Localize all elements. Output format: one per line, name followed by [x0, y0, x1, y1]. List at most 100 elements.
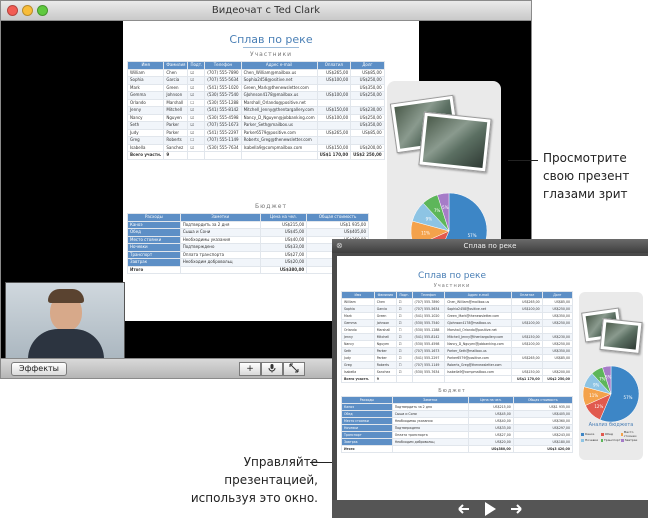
table-cell: Транспорт [127, 250, 181, 259]
table-cell: Jenny [126, 106, 165, 115]
table-cell: Sophia2458@ositive.net [240, 76, 318, 85]
river-photo [418, 111, 492, 173]
table-cell: US$85,00 [541, 354, 574, 362]
table-cell: (530) 555-1288 [204, 98, 242, 107]
table-cell: (707) 555-7890 [204, 68, 242, 77]
close-icon[interactable]: ⊗ [336, 239, 343, 253]
table-header-row: Расходы Заметки Цена на чел. Общая стоимост… [127, 213, 369, 222]
table-cell: 9 [373, 375, 397, 383]
table-cell: Всего участн. [126, 151, 165, 160]
table-cell: US$1 935,00 [512, 403, 574, 411]
table-row: Место стоянки Необходимы указания US$40,00… [341, 417, 574, 425]
chart-caption: Анализ бюджета [588, 422, 634, 428]
table-cell [316, 136, 352, 145]
table-cell: Parker [163, 128, 189, 137]
table-cell [395, 375, 413, 383]
table-cell [511, 347, 543, 355]
table-cell: ☐ [187, 136, 206, 145]
column-header: Имя [341, 291, 375, 299]
column-header: Адрес e-mail [444, 291, 513, 299]
table-cell: Сыша и Сони [391, 410, 469, 418]
pie-label: 12% [594, 404, 603, 409]
column-header: Заметки [391, 396, 469, 404]
table-cell: Ночевки [127, 243, 181, 252]
table-row: Mark Green ☑ (541) 555-1020 Green_Mark@thene… [341, 312, 574, 320]
table-row: ЗавтракНеобходим добровольцUS$20,00US$18… [341, 438, 574, 446]
legend-item: Завтрак [620, 438, 641, 442]
table-cell: Marshall_Orlando@positive.net [240, 98, 318, 107]
presenter-titlebar: ⊗ Сплав по реке [332, 239, 648, 253]
effects-button[interactable]: Эффекты [11, 362, 67, 376]
table-cell: Johnson [163, 91, 189, 100]
table-cell: US$180,00 [512, 438, 574, 446]
table-cell: Mitchell [163, 106, 189, 115]
table-cell: Sophia2458@ositive.net [444, 305, 513, 313]
table-cell: Nguyen [163, 113, 189, 122]
budget-heading: Бюджет [438, 388, 466, 394]
play-icon[interactable] [484, 502, 496, 516]
table-cell: Seth [126, 121, 165, 130]
table-row: Orlando Marshall ☐ (530) 555-1288 Marshall_O… [126, 98, 385, 107]
table-cell: Mark [126, 83, 165, 92]
table-cell: Итого [127, 265, 181, 274]
table-cell: ☑ [395, 368, 413, 376]
table-cell: US$85,00 [350, 68, 385, 77]
next-arrow-icon[interactable] [510, 504, 522, 514]
table-cell: William [126, 68, 165, 77]
table-row: Nancy Nguyen ☑ (530) 555-4598 Nancy_D_Nguyen… [341, 340, 574, 348]
table-cell: Каноэ [341, 403, 393, 411]
column-header: Оплатил [316, 61, 352, 70]
table-cell: (541) 555-2297 [204, 128, 242, 137]
presenter-nav [332, 500, 648, 518]
table-cell: Mitchell [373, 333, 397, 341]
callout-text: свою презент [543, 169, 630, 183]
column-header: Адрес e-mail [240, 61, 318, 70]
table-total-row: Всего участн. 9 US$1 170,00 US$2 250,00 [341, 375, 574, 383]
table-cell [350, 136, 385, 145]
table-row: Sophia Garcia ☑ (707) 555-5634 Sophia2458@os… [341, 305, 574, 313]
table-cell: Marshall_Orlando@positive.net [444, 326, 513, 334]
table-cell: Итого [341, 445, 393, 453]
table-cell: Isabella9@compmailbox.com [240, 143, 318, 152]
previous-arrow-icon[interactable] [458, 504, 470, 514]
table-cell: Sophia [341, 305, 375, 313]
table-cell: ☐ [395, 326, 413, 334]
table-cell: Sanchez [163, 143, 189, 152]
expand-icon[interactable] [283, 362, 305, 376]
table-cell: Parker [163, 121, 189, 130]
pie-label: 57% [624, 395, 633, 400]
table-cell: ☑ [395, 354, 413, 362]
table-cell: Marshall [373, 326, 397, 334]
table-cell: Sanchez [373, 368, 397, 376]
table-cell [187, 151, 206, 160]
table-row: William Chen ☑ (707) 555-7890 Chen_William@m… [341, 298, 574, 306]
table-cell: Parker6579@positive.com [444, 354, 513, 362]
table-cell: Место стоянки [341, 417, 393, 425]
table-cell: Chen_William@mailbox.us [444, 298, 513, 306]
table-cell [411, 375, 446, 383]
mic-icon[interactable] [261, 362, 283, 376]
callout-view-presentation: Просмотрите свою презент глазами зрит [543, 149, 629, 203]
column-header: Телефон [411, 291, 446, 299]
table-cell [316, 98, 352, 107]
table-row: Isabella Sanchez ☑ (530) 555-7634 Isabella9@… [126, 143, 385, 152]
column-header: Имя [126, 61, 165, 70]
table-cell: US$215,00 [259, 220, 308, 229]
table-row: Jenny Mitchell ☑ (541) 555-8142 Mitchell_Jen… [341, 333, 574, 341]
table-row: Каноэ Подтвердить за 2 дня US$215,00 US$1 9… [341, 403, 574, 411]
participants-table: Имя Фамилия Подт. Телефон Адрес e-mail Оплати… [341, 291, 574, 383]
table-cell: US$405,00 [512, 410, 574, 418]
table-cell: Ночевки [341, 424, 393, 432]
table-row: Gemma Johnson ☑ (530) 555-7540 GJohnson4178@… [341, 319, 574, 327]
table-cell: Parker_Seth@mailbox.us [444, 347, 513, 355]
table-cell: ☑ [187, 76, 206, 85]
add-icon[interactable]: + [239, 362, 261, 376]
presenter-window: ⊗ Сплав по реке Сплав по реке Участники … [332, 239, 648, 518]
legend-swatch [581, 438, 584, 442]
presenter-slide: Сплав по реке Участники Имя Фамилия Подт. Т… [337, 256, 648, 500]
table-cell: Nancy [341, 340, 375, 348]
chart-legend: Каноэ Обед Место стоянки Ночевки Транспорт За… [581, 430, 641, 442]
column-header: Цена на чел. [467, 396, 514, 404]
slide-sidebar: 57% 12% 11% 9% 7% 5% Анализ бюджета Каноэ Обед… [579, 292, 643, 460]
table-cell: US$243,00 [512, 431, 574, 439]
